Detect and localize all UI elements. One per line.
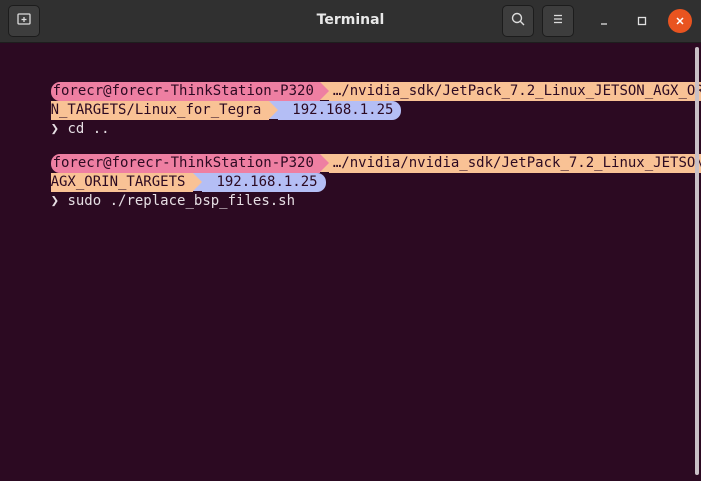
close-icon [674,12,686,31]
command-text: sudo ./replace_bsp_files.sh [67,193,296,209]
menu-button[interactable] [542,5,574,37]
minimize-icon [598,12,610,31]
search-icon [510,11,526,31]
prompt-line: forecr@forecr-ThinkStation-P320 …/nvidia_… [0,63,701,101]
scrollbar[interactable] [695,47,699,475]
prompt-path-segment: …/nvidia/nvidia_sdk/JetPack_7.2_Linux_JE… [328,154,701,173]
close-button[interactable] [668,9,692,33]
maximize-icon [636,12,648,31]
terminal-output[interactable]: forecr@forecr-ThinkStation-P320 …/nvidia_… [0,43,701,481]
hamburger-menu-icon [550,11,566,31]
prompt-symbol: ❯ [50,193,60,209]
minimize-button[interactable] [592,9,616,33]
title-bar: Terminal [0,0,701,43]
prompt-line-continued: AGX_ORIN_TARGETS 192.168.1.25 [0,154,326,192]
segment-separator-icon [269,101,279,119]
prompt-line-continued: N_TARGETS/Linux_for_Tegra 192.168.1.25 [0,82,402,120]
command-line: ❯ cd .. [0,101,110,137]
terminal-window: Terminal forecr@forecr-ThinkStation-P320… [0,0,701,481]
command-line: ❯ sudo ./replace_bsp_files.sh [0,173,295,209]
prompt-line: forecr@forecr-ThinkStation-P320 …/nvidia/… [0,135,701,173]
maximize-button[interactable] [630,9,654,33]
search-button[interactable] [502,5,534,37]
prompt-ip-segment: 192.168.1.25 [278,101,402,120]
